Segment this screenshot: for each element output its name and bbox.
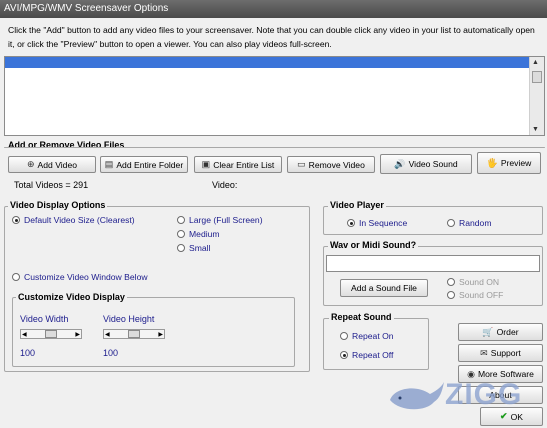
repeat-on-radio[interactable]: Repeat On (340, 331, 394, 341)
window-title: AVI/MPG/WMV Screensaver Options (4, 3, 169, 14)
random-radio[interactable]: Random (447, 218, 491, 228)
slider-right-arrow-icon[interactable]: ▶ (158, 331, 163, 338)
slider-left-arrow-icon[interactable]: ◀ (105, 331, 110, 338)
video-player-title: Video Player (328, 200, 386, 210)
slider-left-arrow-icon[interactable]: ◀ (22, 331, 27, 338)
radio-selected-icon (347, 219, 355, 227)
checkmark-icon: ✔ (500, 411, 508, 421)
whale-logo-icon (386, 378, 446, 418)
instructions-text: Click the "Add" button to add any video … (8, 25, 535, 49)
order-icon: 🛒 (482, 326, 494, 337)
radio-unselected-icon (177, 216, 185, 224)
repeat-sound-group (323, 318, 429, 370)
folder-icon: ▤ (104, 159, 114, 169)
total-videos-label: Total Videos = 291 (14, 180, 89, 190)
scroll-up-icon[interactable]: ▲ (532, 59, 539, 66)
radio-unselected-icon (12, 273, 20, 281)
sound-file-field[interactable] (326, 255, 540, 272)
radio-selected-icon (12, 216, 20, 224)
sound-title: Wav or Midi Sound? (328, 240, 419, 250)
medium-size-radio[interactable]: Medium (177, 229, 220, 239)
add-video-button[interactable]: ⊕ Add Video (8, 156, 96, 173)
video-width-slider[interactable]: ◀ ▶ (20, 329, 82, 339)
envelope-icon: ✉ (480, 347, 488, 358)
video-width-value: 100 (20, 348, 36, 358)
scroll-thumb[interactable] (532, 71, 542, 83)
selected-list-row[interactable] (5, 57, 529, 68)
clear-list-icon: ▣ (201, 159, 211, 169)
order-button[interactable]: 🛒 Order (458, 323, 543, 341)
add-sound-file-button[interactable]: Add a Sound File (340, 279, 428, 297)
add-remove-divider (4, 147, 545, 148)
slider-thumb[interactable] (128, 330, 140, 338)
sound-off-radio[interactable]: Sound OFF (447, 290, 503, 300)
slider-thumb[interactable] (45, 330, 57, 338)
radio-unselected-icon (447, 291, 455, 299)
small-size-radio[interactable]: Small (177, 243, 211, 253)
remove-video-button[interactable]: ▭ Remove Video (287, 156, 375, 173)
list-scrollbar[interactable]: ▲ ▼ (529, 57, 544, 135)
customize-window-radio[interactable]: Customize Video Window Below (12, 272, 148, 282)
video-height-label: Video Height (103, 314, 155, 324)
scroll-down-icon[interactable]: ▼ (532, 126, 539, 133)
remove-icon: ▭ (297, 159, 306, 169)
radio-unselected-icon (177, 230, 185, 238)
sound-on-radio[interactable]: Sound ON (447, 277, 499, 287)
radio-unselected-icon (447, 219, 455, 227)
current-video-label: Video: (212, 180, 238, 190)
window-title-bar[interactable]: AVI/MPG/WMV Screensaver Options (0, 0, 547, 18)
radio-unselected-icon (177, 244, 185, 252)
support-button[interactable]: ✉ Support (458, 344, 543, 362)
radio-unselected-icon (340, 332, 348, 340)
video-width-label: Video Width (20, 314, 69, 324)
video-sound-button[interactable]: 🔊 Video Sound (380, 154, 472, 174)
large-size-radio[interactable]: Large (Full Screen) (177, 215, 263, 225)
video-height-value: 100 (103, 348, 119, 358)
speaker-icon: 🔊 (394, 158, 406, 169)
preview-icon: 🖐 (486, 157, 498, 168)
slider-right-arrow-icon[interactable]: ▶ (75, 331, 80, 338)
preview-button[interactable]: 🖐 Preview (477, 152, 541, 174)
radio-unselected-icon (447, 278, 455, 286)
default-size-radio[interactable]: Default Video Size (Clearest) (12, 215, 135, 225)
video-list[interactable]: ▲ ▼ (4, 56, 545, 136)
video-height-slider[interactable]: ◀ ▶ (103, 329, 165, 339)
repeat-sound-title: Repeat Sound (329, 312, 394, 322)
zigg-watermark: ZIGG (445, 378, 523, 411)
customize-display-title: Customize Video Display (16, 292, 127, 302)
add-folder-button[interactable]: ▤ Add Entire Folder (100, 156, 188, 173)
radio-selected-icon (340, 351, 348, 359)
add-icon: ⊕ (26, 159, 35, 169)
add-remove-section-title: Add or Remove Video Files (6, 140, 127, 150)
in-sequence-radio[interactable]: In Sequence (347, 218, 407, 228)
display-options-title: Video Display Options (8, 200, 108, 210)
repeat-off-radio[interactable]: Repeat Off (340, 350, 393, 360)
clear-list-button[interactable]: ▣ Clear Entire List (194, 156, 282, 173)
